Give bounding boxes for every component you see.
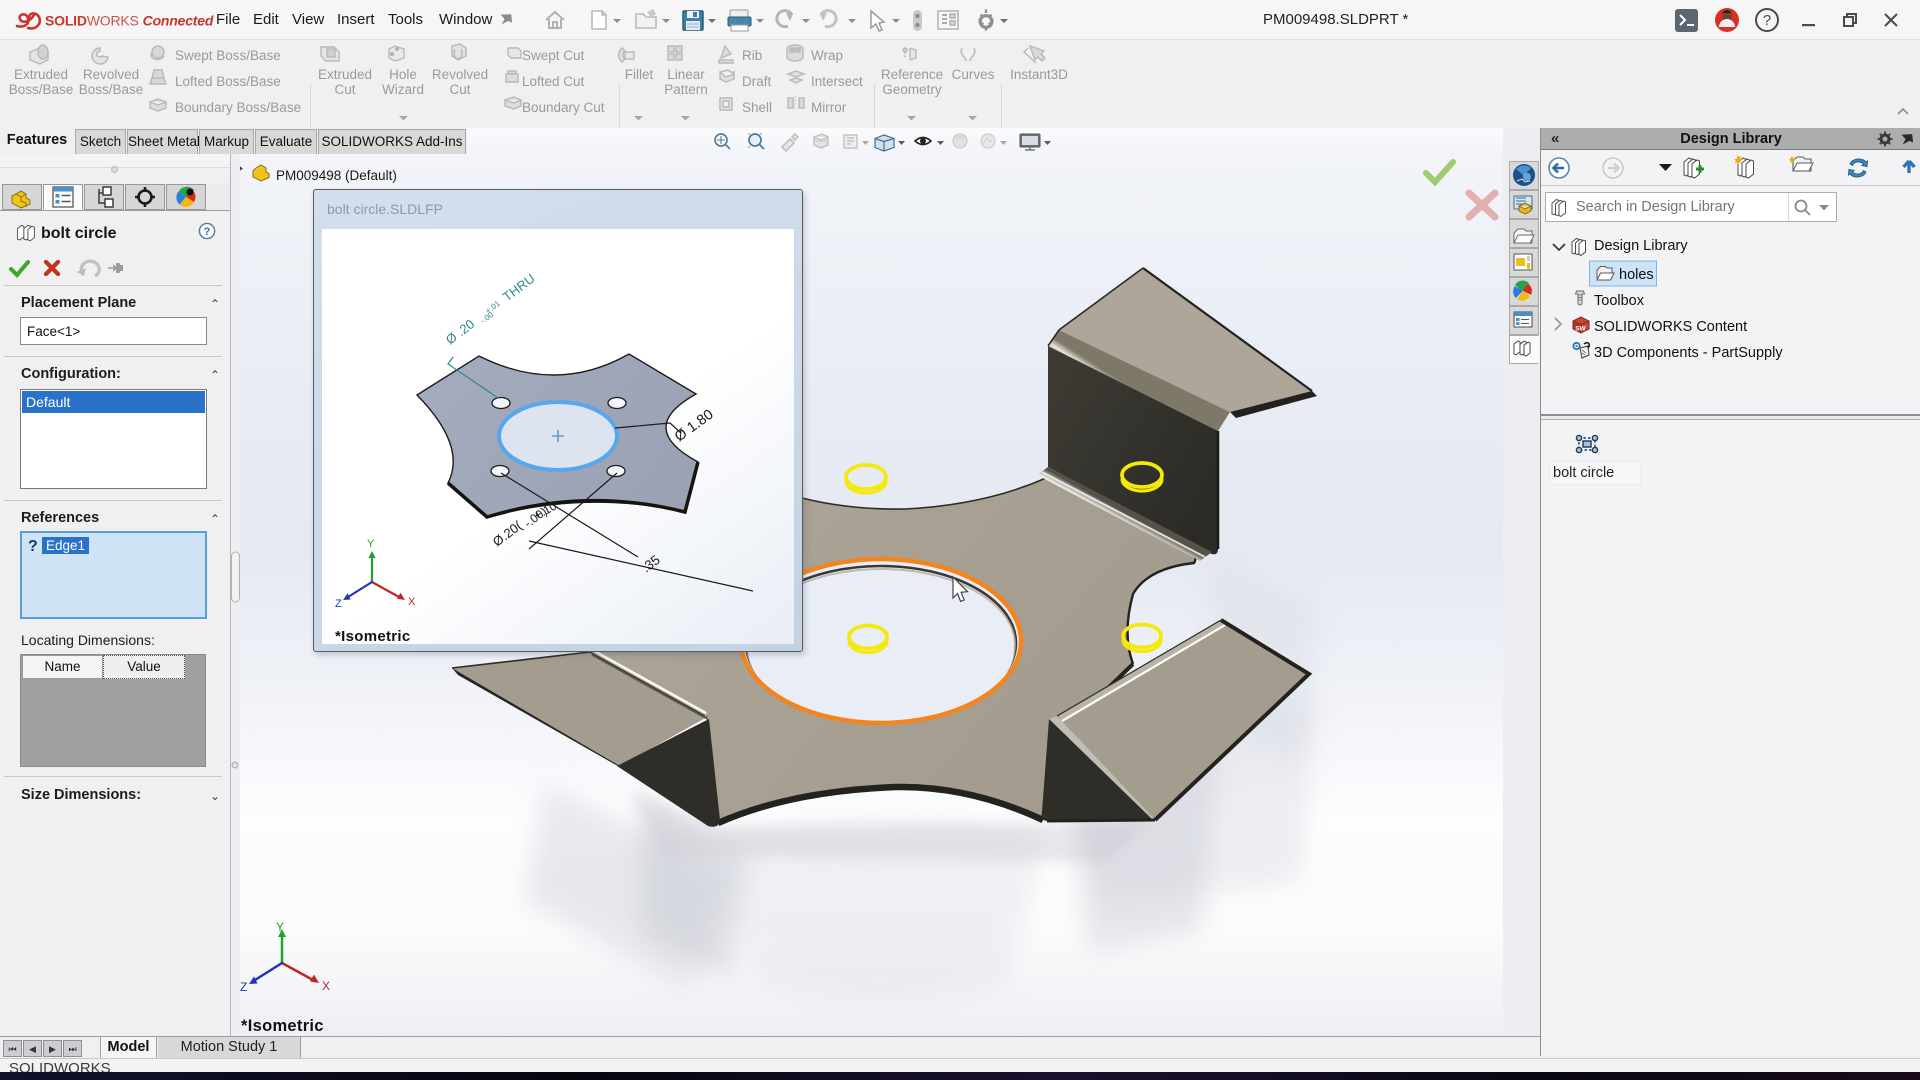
svg-text:Toolbox: Toolbox	[1594, 293, 1645, 309]
svg-text:Ø.20(: Ø.20(	[490, 517, 526, 549]
svg-text:Y: Y	[367, 538, 375, 550]
svg-text:THRU: THRU	[500, 271, 538, 305]
svg-text:Z: Z	[335, 598, 342, 610]
svg-text:*Isometric: *Isometric	[241, 1017, 324, 1035]
svg-text:*Isometric: *Isometric	[335, 628, 411, 644]
svg-text:X: X	[322, 979, 330, 993]
svg-text:holes: holes	[1619, 267, 1654, 283]
svg-text:?: ?	[204, 226, 211, 238]
svg-text:X: X	[408, 596, 416, 608]
svg-text:PM009498 (Default): PM009498 (Default)	[276, 168, 397, 183]
svg-text:?: ?	[1763, 12, 1771, 29]
svg-text:3D Components - PartSupply: 3D Components - PartSupply	[1594, 345, 1783, 361]
svg-text:.35: .35	[639, 552, 663, 575]
svg-text:Ø .20: Ø .20	[443, 316, 477, 347]
svg-text:Y: Y	[276, 920, 284, 934]
svg-text:SOLIDWORKSConnected: SOLIDWORKSConnected	[45, 13, 214, 29]
svg-text:Z: Z	[240, 980, 247, 994]
svg-text:Ø 1.80: Ø 1.80	[672, 407, 717, 446]
svg-text:Design Library: Design Library	[1594, 238, 1688, 254]
svg-text:SOLIDWORKS Content: SOLIDWORKS Content	[1594, 319, 1747, 335]
svg-text:SW: SW	[1575, 326, 1586, 333]
